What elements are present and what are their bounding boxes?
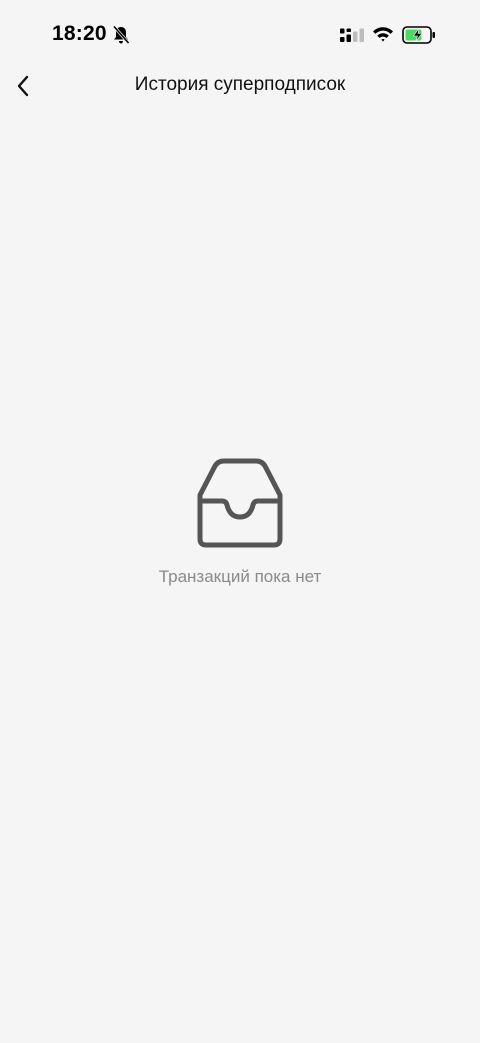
page-title: История суперподписок [134, 74, 346, 95]
signal-icon [340, 28, 364, 42]
battery-charging-icon [402, 26, 435, 44]
empty-state: Транзакций пока нет [0, 455, 480, 587]
inbox-tray-icon [197, 458, 283, 548]
status-bar: 18:20 [0, 0, 480, 70]
empty-state-message: Транзакций пока нет [158, 567, 322, 586]
nav-bar: История суперподписок [0, 62, 480, 110]
status-time: 18:20 [52, 22, 107, 45]
bell-muted-icon [112, 25, 130, 44]
wifi-icon [373, 27, 393, 42]
